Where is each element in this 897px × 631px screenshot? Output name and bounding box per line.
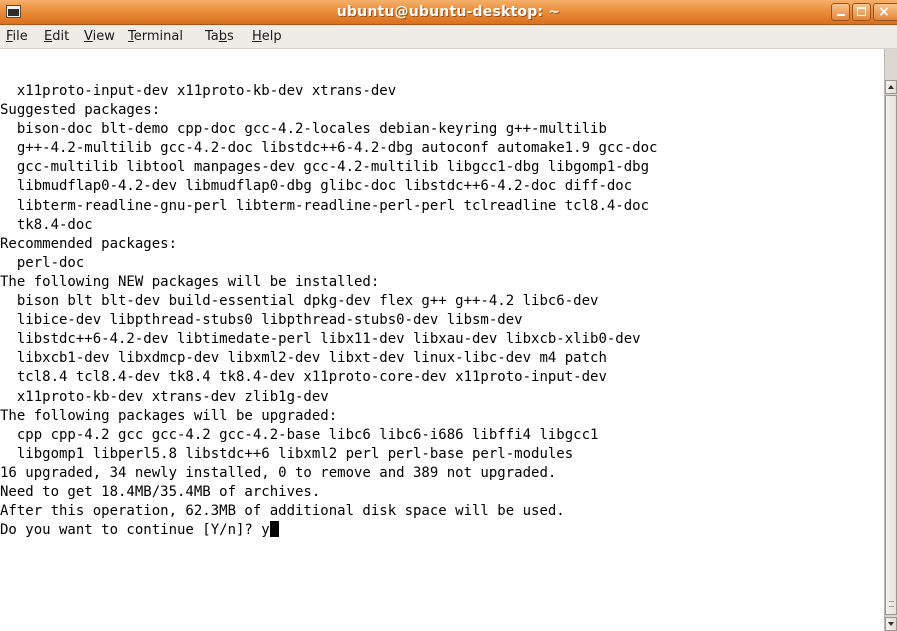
scroll-up-button[interactable] [885, 80, 897, 94]
terminal-line: libice-dev libpthread-stubs0 libpthread-… [0, 312, 523, 329]
terminal-line: bison blt blt-dev build-essential dpkg-d… [0, 293, 599, 310]
terminal-line: libmudflap0-4.2-dev libmudflap0-dbg glib… [0, 178, 633, 195]
scrollbar-thumb[interactable] [885, 95, 897, 615]
arrow-down-icon [888, 622, 894, 626]
menu-tabs-label-end: s [227, 29, 234, 44]
terminal-line: perl-doc [0, 254, 85, 271]
title-bar[interactable]: ubuntu@ubuntu-desktop: ~ × [0, 0, 897, 25]
terminal-line: After this operation, 62.3MB of addition… [0, 503, 565, 520]
terminal-line: gcc-multilib libtool manpages-dev gcc-4.… [0, 159, 650, 176]
menu-tabs-label-start: Ta [205, 29, 219, 44]
terminal-window: ubuntu@ubuntu-desktop: ~ × File Edit Vie… [0, 0, 897, 631]
terminal-line: x11proto-input-dev x11proto-kb-dev xtran… [0, 83, 397, 99]
grip-icon [889, 601, 894, 607]
menu-file[interactable]: File [6, 25, 28, 48]
close-button[interactable]: × [873, 3, 897, 21]
terminal-line: 16 upgraded, 34 newly installed, 0 to re… [0, 464, 557, 481]
menu-terminal[interactable]: Terminal [128, 25, 183, 48]
terminal-output: x11proto-input-dev x11proto-kb-dev xtran… [0, 82, 657, 540]
menu-view[interactable]: View [84, 25, 115, 48]
terminal-input[interactable]: y [261, 522, 269, 538]
menu-bar: File Edit View Terminal Tabs Help [0, 25, 897, 49]
terminal-area[interactable]: x11proto-input-dev x11proto-kb-dev xtran… [0, 49, 884, 631]
terminal-line: libxcb1-dev libxdmcp-dev libxml2-dev lib… [0, 350, 607, 367]
minimize-button[interactable] [831, 3, 850, 21]
menu-help-accel: H [252, 29, 262, 44]
menu-edit[interactable]: Edit [44, 25, 69, 48]
terminal-line: Recommended packages: [0, 235, 178, 252]
arrow-up-icon [888, 85, 894, 89]
terminal-line: libterm-readline-gnu-perl libterm-readli… [0, 197, 650, 214]
scroll-down-button[interactable] [885, 617, 897, 631]
menu-edit-accel: E [44, 29, 53, 44]
close-icon: × [878, 4, 890, 20]
menu-view-label: iew [92, 29, 115, 44]
terminal-line: tk8.4-doc [0, 216, 93, 233]
menu-tabs-accel: b [218, 29, 228, 44]
terminal-line: The following NEW packages will be insta… [0, 273, 380, 290]
terminal-line: x11proto-kb-dev xtrans-dev zlib1g-dev [0, 388, 329, 405]
terminal-line: The following packages will be upgraded: [0, 407, 338, 424]
menu-help-label: elp [261, 29, 282, 44]
minimize-icon [837, 14, 845, 16]
menu-terminal-label: erminal [133, 29, 183, 44]
terminal-line: libstdc++6-4.2-dev libtimedate-perl libx… [0, 331, 641, 348]
menu-tabs[interactable]: Tabs [205, 25, 234, 48]
window-title: ubuntu@ubuntu-desktop: ~ [336, 4, 561, 20]
menu-view-accel: V [84, 29, 93, 44]
menu-edit-label: dit [52, 29, 70, 44]
maximize-button[interactable] [852, 3, 871, 21]
maximize-icon [857, 7, 866, 16]
terminal-prompt-line[interactable]: Do you want to continue [Y/n]? y [0, 521, 657, 540]
text-cursor [269, 521, 279, 538]
menu-file-label: ile [12, 29, 28, 44]
terminal-line: libgomp1 libperl5.8 libstdc++6 libxml2 p… [0, 445, 574, 462]
menu-help[interactable]: Help [252, 25, 282, 48]
terminal-line: cpp cpp-4.2 gcc gcc-4.2 gcc-4.2-base lib… [0, 426, 599, 443]
vertical-scrollbar[interactable] [884, 49, 897, 631]
terminal-line: Suggested packages: [0, 102, 161, 119]
terminal-prompt: Do you want to continue [Y/n]? [0, 522, 262, 539]
terminal-line: Need to get 18.4MB/35.4MB of archives. [0, 483, 321, 500]
terminal-line: g++-4.2-multilib gcc-4.2-doc libstdc++6-… [0, 140, 658, 157]
terminal-line: bison-doc blt-demo cpp-doc gcc-4.2-local… [0, 121, 607, 138]
terminal-line: tcl8.4 tcl8.4-dev tk8.4 tk8.4-dev x11pro… [0, 369, 607, 386]
